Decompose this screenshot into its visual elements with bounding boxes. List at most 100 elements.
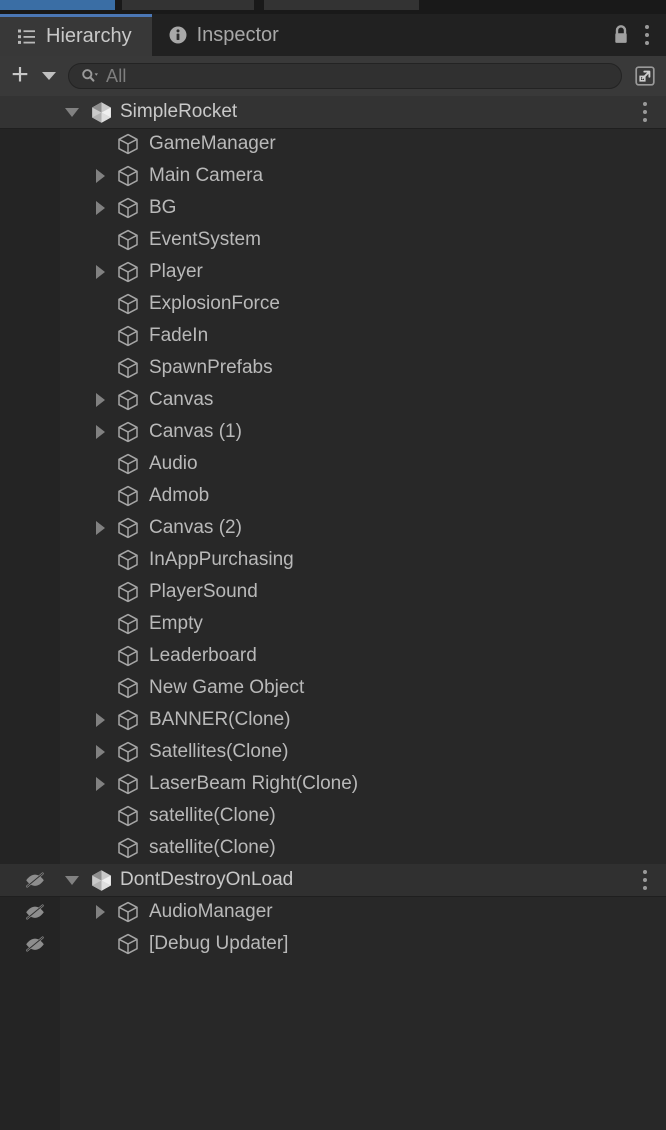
hierarchy-item-row[interactable]: EventSystem — [0, 224, 666, 256]
hierarchy-item-row[interactable]: ExplosionForce — [0, 288, 666, 320]
gameobject-name-label: Player — [149, 261, 203, 282]
visibility-off-icon[interactable] — [22, 928, 48, 960]
mini-tab-active[interactable] — [0, 0, 115, 10]
visibility-off-icon[interactable] — [22, 896, 48, 928]
gameobject-cube-icon — [115, 160, 141, 192]
foldout-expanded-icon[interactable] — [62, 864, 82, 896]
panel-menu-kebab-icon[interactable] — [638, 22, 656, 48]
hierarchy-item-row[interactable]: Admob — [0, 480, 666, 512]
hierarchy-item-row[interactable]: AudioManager — [0, 896, 666, 928]
hierarchy-item-row[interactable]: Audio — [0, 448, 666, 480]
gameobject-cube-icon — [115, 352, 141, 384]
scene-row[interactable]: SimpleRocket — [0, 96, 666, 128]
triangle-glyph — [65, 875, 79, 885]
tab-hierarchy[interactable]: Hierarchy — [0, 14, 152, 56]
hierarchy-item-row[interactable]: InAppPurchasing — [0, 544, 666, 576]
lock-icon[interactable] — [610, 23, 632, 47]
gameobject-name-label: Satellites(Clone) — [149, 741, 289, 762]
triangle-glyph — [95, 745, 105, 759]
gameobject-name-label: [Debug Updater] — [149, 933, 289, 954]
scene-name-label: SimpleRocket — [120, 101, 238, 122]
foldout-collapsed-icon[interactable] — [90, 256, 110, 288]
scene-context-menu-kebab-icon[interactable] — [636, 867, 654, 893]
foldout-collapsed-icon[interactable] — [90, 768, 110, 800]
mini-tab-3[interactable] — [264, 0, 419, 10]
hierarchy-item-row[interactable]: Leaderboard — [0, 640, 666, 672]
hierarchy-item-row[interactable]: New Game Object — [0, 672, 666, 704]
foldout-collapsed-icon[interactable] — [90, 896, 110, 928]
gameobject-cube-icon — [115, 320, 141, 352]
window-tab-strip-cutoff — [0, 0, 666, 14]
info-circle-icon — [168, 25, 188, 45]
hierarchy-item-row[interactable]: Main Camera — [0, 160, 666, 192]
gameobject-name-label: GameManager — [149, 133, 276, 154]
gameobject-name-label: Empty — [149, 613, 203, 634]
foldout-collapsed-icon[interactable] — [90, 160, 110, 192]
hierarchy-item-row[interactable]: PlayerSound — [0, 576, 666, 608]
create-dropdown-button[interactable] — [38, 61, 60, 91]
hierarchy-item-row[interactable]: Empty — [0, 608, 666, 640]
gameobject-cube-icon — [115, 672, 141, 704]
hierarchy-item-row[interactable]: Canvas (2) — [0, 512, 666, 544]
foldout-collapsed-icon[interactable] — [90, 192, 110, 224]
scene-context-menu-kebab-icon[interactable] — [636, 99, 654, 125]
gameobject-cube-icon — [115, 544, 141, 576]
gameobject-cube-icon — [115, 608, 141, 640]
gameobject-name-label: SpawnPrefabs — [149, 357, 273, 378]
unity-scene-icon — [88, 96, 114, 128]
gameobject-cube-icon — [115, 768, 141, 800]
gameobject-cube-icon — [115, 736, 141, 768]
create-gameobject-plus-icon[interactable]: + — [6, 59, 34, 91]
foldout-expanded-icon[interactable] — [62, 96, 82, 128]
hierarchy-tree[interactable]: SimpleRocket GameManager Main Camera BG … — [0, 96, 666, 1130]
hierarchy-item-row[interactable]: Canvas — [0, 384, 666, 416]
hierarchy-item-row[interactable]: Player — [0, 256, 666, 288]
hierarchy-item-row[interactable]: BG — [0, 192, 666, 224]
gameobject-name-label: EventSystem — [149, 229, 261, 250]
triangle-glyph — [95, 425, 105, 439]
gameobject-cube-icon — [115, 224, 141, 256]
search-input[interactable]: All — [68, 63, 622, 89]
foldout-collapsed-icon[interactable] — [90, 736, 110, 768]
hierarchy-item-row[interactable]: [Debug Updater] — [0, 928, 666, 960]
scene-name-label: DontDestroyOnLoad — [120, 869, 294, 890]
triangle-glyph — [95, 905, 105, 919]
foldout-collapsed-icon[interactable] — [90, 704, 110, 736]
triangle-glyph — [95, 521, 105, 535]
search-icon — [81, 68, 100, 84]
hierarchy-item-row[interactable]: GameManager — [0, 128, 666, 160]
hierarchy-item-row[interactable]: satellite(Clone) — [0, 832, 666, 864]
gameobject-cube-icon — [115, 896, 141, 928]
chevron-down-icon — [42, 72, 56, 80]
unity-hierarchy-panel: Hierarchy Inspector + All SimpleRocket G… — [0, 0, 666, 1130]
mini-tab-2[interactable] — [122, 0, 254, 10]
search-placeholder: All — [106, 65, 127, 86]
hierarchy-item-row[interactable]: Satellites(Clone) — [0, 736, 666, 768]
gameobject-cube-icon — [115, 832, 141, 864]
visibility-off-icon[interactable] — [22, 864, 48, 896]
gameobject-name-label: Admob — [149, 485, 210, 506]
gameobject-cube-icon — [115, 256, 141, 288]
gameobject-name-label: Audio — [149, 453, 198, 474]
gameobject-cube-icon — [115, 416, 141, 448]
scene-row[interactable]: DontDestroyOnLoad — [0, 864, 666, 896]
hierarchy-item-row[interactable]: LaserBeam Right(Clone) — [0, 768, 666, 800]
gameobject-cube-icon — [115, 704, 141, 736]
tab-inspector-label: Inspector — [196, 23, 279, 46]
gameobject-cube-icon — [115, 512, 141, 544]
gameobject-cube-icon — [115, 448, 141, 480]
hierarchy-item-row[interactable]: SpawnPrefabs — [0, 352, 666, 384]
hierarchy-item-row[interactable]: Canvas (1) — [0, 416, 666, 448]
hierarchy-item-row[interactable]: FadeIn — [0, 320, 666, 352]
gameobject-cube-icon — [115, 640, 141, 672]
tab-hierarchy-label: Hierarchy — [46, 25, 132, 47]
foldout-collapsed-icon[interactable] — [90, 512, 110, 544]
hierarchy-item-row[interactable]: satellite(Clone) — [0, 800, 666, 832]
triangle-glyph — [95, 265, 105, 279]
hierarchy-item-row[interactable]: BANNER(Clone) — [0, 704, 666, 736]
foldout-collapsed-icon[interactable] — [90, 416, 110, 448]
gameobject-name-label: Main Camera — [149, 165, 264, 186]
open-in-new-window-icon[interactable] — [632, 62, 658, 90]
tab-inspector[interactable]: Inspector — [152, 14, 299, 56]
foldout-collapsed-icon[interactable] — [90, 384, 110, 416]
